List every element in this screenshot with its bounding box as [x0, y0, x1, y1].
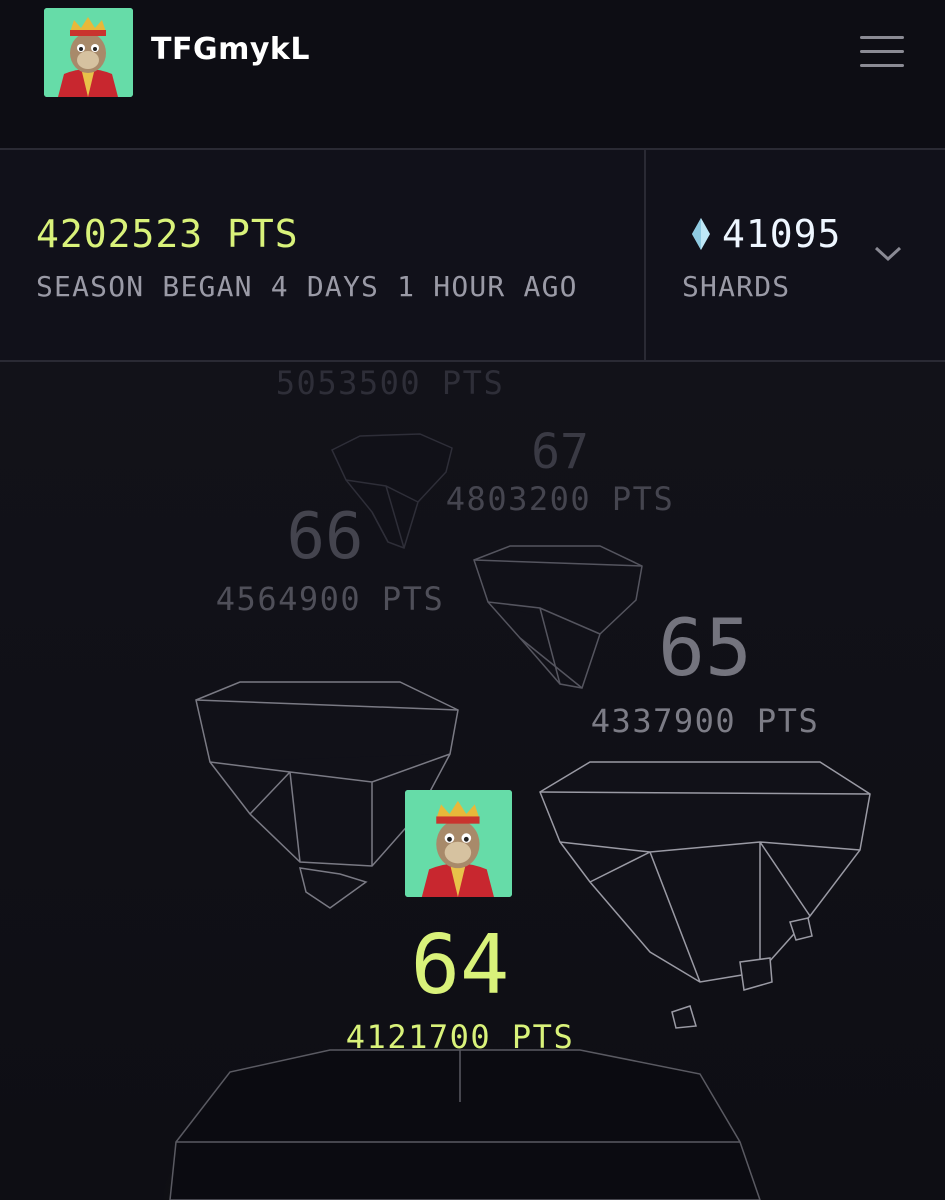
crystal-shard-icon	[692, 218, 710, 250]
stats-divider	[644, 150, 646, 360]
season-stats-panel: 4202523 PTS SEASON BEGAN 4 DAYS 1 HOUR A…	[0, 150, 945, 362]
current-rank-number: 64	[410, 918, 510, 1013]
shards-count: 41095	[722, 212, 842, 256]
rank-65-number: 65	[658, 604, 752, 694]
ape-avatar-icon	[405, 790, 512, 897]
rank-65-points: 4337900 PTS	[590, 702, 820, 740]
leaderboard-scene: 5053500 PTS 67 4803200 PTS 66 4564900 PT…	[0, 362, 945, 1200]
season-status: SEASON BEGAN 4 DAYS 1 HOUR AGO	[36, 270, 578, 303]
total-points: 4202523 PTS	[36, 212, 299, 256]
top-header: TFGmykL	[0, 0, 945, 150]
username: TFGmykL	[151, 32, 310, 67]
current-rank-points: 4121700 PTS	[345, 1018, 575, 1056]
rank-66-points: 4564900 PTS	[215, 580, 445, 618]
chevron-down-icon[interactable]	[872, 242, 904, 266]
rank-67-number: 67	[531, 424, 589, 480]
ape-avatar-icon	[44, 8, 133, 97]
shards-label: SHARDS	[682, 270, 791, 303]
profile-avatar[interactable]	[44, 8, 133, 97]
hamburger-menu-icon[interactable]	[857, 30, 907, 72]
rank-66-number: 66	[286, 500, 364, 574]
rank-68-points: 5053500 PTS	[275, 364, 505, 402]
rank-67-points: 4803200 PTS	[445, 480, 675, 518]
current-player-avatar[interactable]	[405, 790, 512, 897]
